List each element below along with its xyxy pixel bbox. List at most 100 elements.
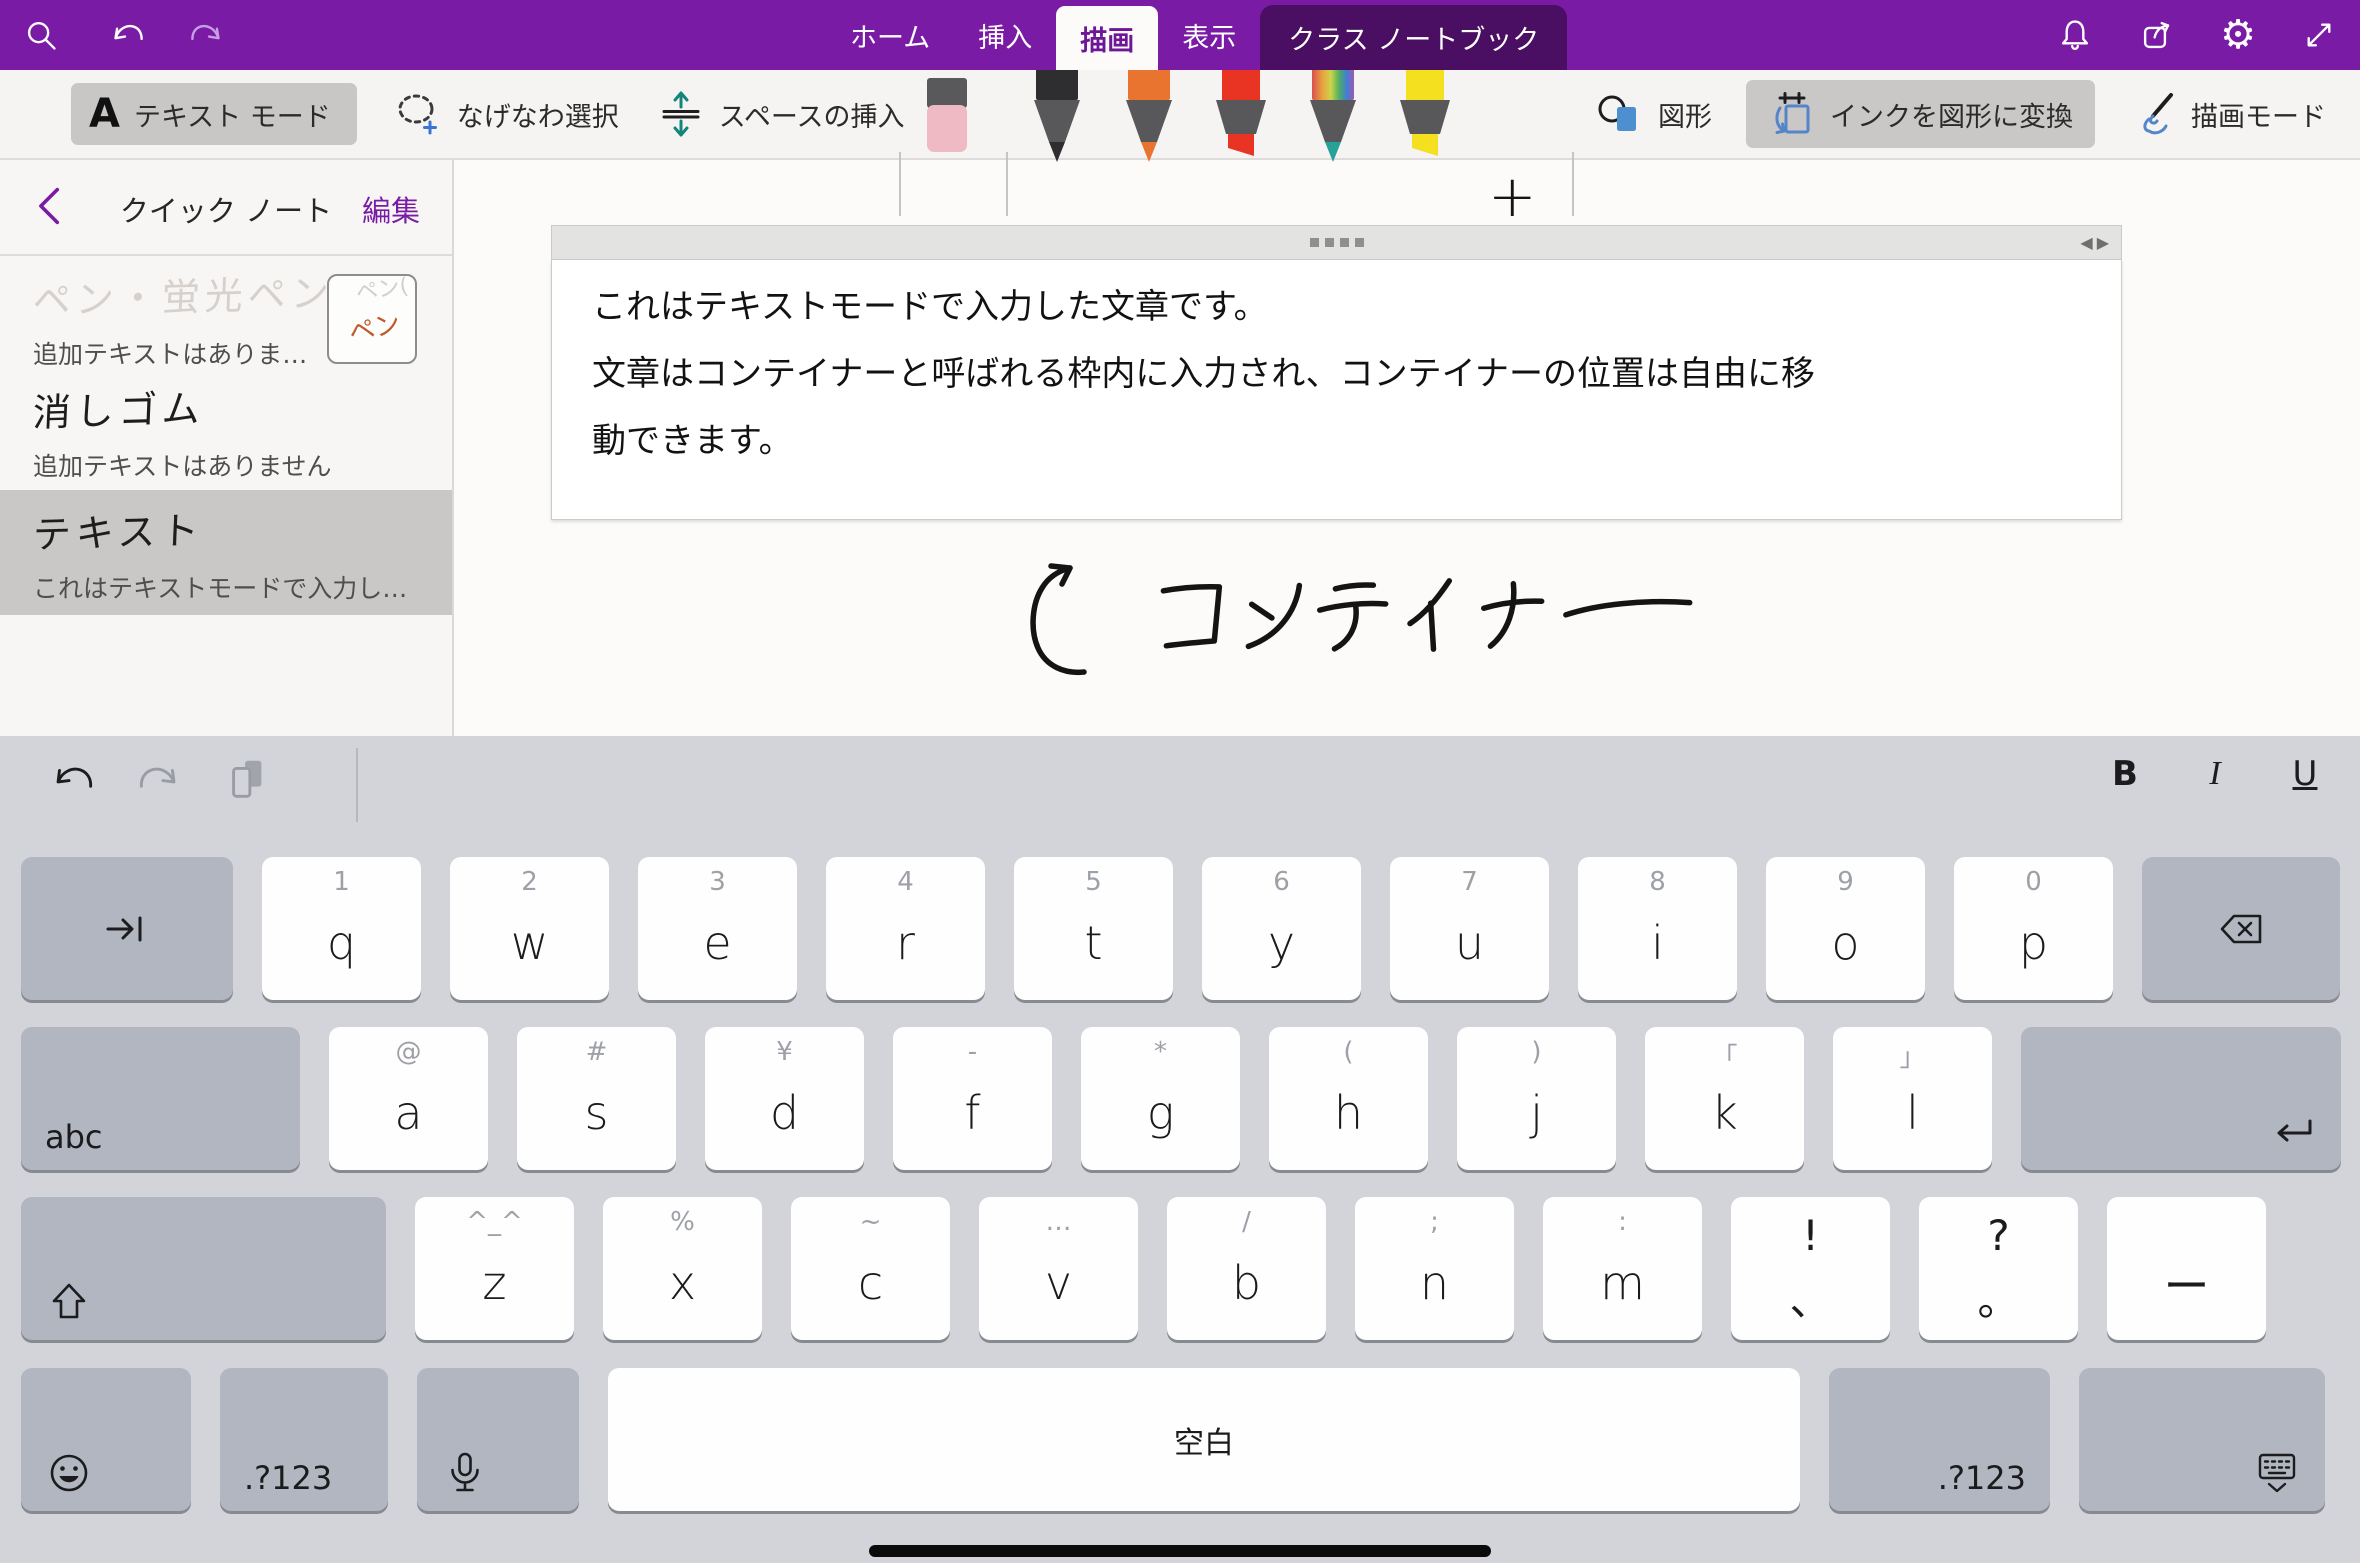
text-line: 動できます。 [592, 408, 2081, 475]
key-p[interactable]: 0p [1954, 857, 2113, 1000]
keyboard-redo-icon[interactable] [138, 758, 184, 804]
undo-icon[interactable] [106, 16, 144, 54]
key-i[interactable]: 8i [1578, 857, 1737, 1000]
page-list-item-3[interactable]: テキストこれはテキストモードで入力し… [0, 490, 452, 615]
tab-4[interactable]: 表示 [1158, 0, 1260, 70]
numbers-key-left[interactable]: .?123 [220, 1368, 388, 1511]
key-g[interactable]: *g [1081, 1027, 1240, 1170]
shapes-label: 図形 [1658, 95, 1712, 134]
italic-button[interactable]: I [2198, 755, 2232, 793]
key-t[interactable]: 5t [1014, 857, 1173, 1000]
settings-gear-icon[interactable]: ⚙ [2220, 16, 2256, 54]
key-n[interactable]: ;n [1355, 1197, 1514, 1340]
container-text[interactable]: これはテキストモードで入力した文章です。 文章はコンテイナーと呼ばれる枠内に入力… [551, 260, 2122, 520]
key-q[interactable]: 1q [262, 857, 421, 1000]
backspace-key[interactable] [2142, 857, 2340, 1000]
key-h[interactable]: (h [1269, 1027, 1428, 1170]
draw-mode-button[interactable]: 描画モード [2129, 90, 2326, 138]
return-key[interactable] [2021, 1027, 2341, 1170]
numbers-key-right[interactable]: .?123 [1829, 1368, 2050, 1511]
tab-5[interactable]: クラス ノートブック [1260, 5, 1567, 70]
key-y[interactable]: 6y [1202, 857, 1361, 1000]
key-u[interactable]: 7u [1390, 857, 1549, 1000]
tab-3[interactable]: 描画 [1056, 6, 1158, 70]
format-buttons: B I U [2108, 754, 2322, 794]
share-icon[interactable] [2138, 16, 2176, 54]
ink-to-shape-button[interactable]: インクを図形に変換 [1746, 80, 2095, 148]
key-l[interactable]: 」l [1833, 1027, 1992, 1170]
key-d[interactable]: ¥d [705, 1027, 864, 1170]
page-list-item-1[interactable]: ペン・蛍光ペン追加テキストはありま…ペン(ペン [0, 256, 452, 368]
sidebar-header: クイック ノート 編集 [0, 160, 452, 254]
key-r[interactable]: 4r [826, 857, 985, 1000]
accessory-divider [356, 748, 358, 822]
tab-key[interactable] [21, 857, 233, 1000]
shapes-button[interactable]: 図形 [1596, 90, 1712, 138]
key-f[interactable]: -f [893, 1027, 1052, 1170]
key-j[interactable]: )j [1457, 1027, 1616, 1170]
key-w[interactable]: 2w [450, 857, 609, 1000]
redo-icon[interactable] [190, 16, 228, 54]
pen-black[interactable] [1028, 60, 1086, 164]
key-c[interactable]: ~c [791, 1197, 950, 1340]
shift-key[interactable] [21, 1197, 386, 1340]
page-thumbnail: ペン(ペン [327, 274, 417, 364]
lasso-label: なげなわ選択 [457, 95, 619, 134]
dash-key[interactable]: ー [2107, 1197, 2266, 1340]
key-o[interactable]: 9o [1766, 857, 1925, 1000]
key-m[interactable]: :m [1543, 1197, 1702, 1340]
highlighter-yellow[interactable] [1396, 60, 1454, 164]
edit-button[interactable]: 編集 [362, 188, 420, 230]
page-list-item-2[interactable]: 消しゴム追加テキストはありません [0, 368, 452, 490]
bold-button[interactable]: B [2108, 754, 2142, 794]
topbar-right-icons: ⚙ [2056, 0, 2338, 70]
abc-key[interactable]: abc [21, 1027, 300, 1170]
key-e[interactable]: 3e [638, 857, 797, 1000]
note-canvas[interactable]: ◀▶ これはテキストモードで入力した文章です。 文章はコンテイナーと呼ばれる枠内… [454, 160, 2360, 736]
keyboard-row-1: 1q2w3e4r5t6y7u8i9o0p [21, 857, 2340, 1000]
key-k[interactable]: 「k [1645, 1027, 1804, 1170]
draw-mode-icon [2129, 90, 2177, 138]
emoji-key[interactable] [21, 1368, 191, 1511]
key-b[interactable]: /b [1167, 1197, 1326, 1340]
return-icon [2269, 1108, 2317, 1156]
svg-text:ペン(: ペン( [354, 276, 410, 306]
key-v[interactable]: …v [979, 1197, 1138, 1340]
highlighter-red[interactable] [1212, 60, 1270, 164]
container-drag-handle[interactable]: ◀▶ [551, 225, 2122, 260]
text-container[interactable]: ◀▶ これはテキストモードで入力した文章です。 文章はコンテイナーと呼ばれる枠内… [551, 225, 2122, 521]
pen-orange[interactable] [1120, 60, 1178, 164]
tab-2[interactable]: 挿入 [954, 0, 1056, 70]
underline-button[interactable]: U [2288, 754, 2322, 794]
key-a[interactable]: @a [329, 1027, 488, 1170]
question-period-key[interactable]: ?。 [1919, 1197, 2078, 1340]
mic-key[interactable] [417, 1368, 579, 1511]
insert-space-button[interactable]: スペースの挿入 [657, 90, 905, 138]
keyboard-paste-icon[interactable] [224, 756, 270, 802]
dismiss-keyboard-key[interactable] [2079, 1368, 2325, 1511]
toolbar-left-group: A テキスト モード なげなわ選択 スペースの挿入 [71, 70, 905, 158]
toolbar-divider [1006, 152, 1008, 216]
key-z[interactable]: ^_^z [415, 1197, 574, 1340]
notifications-bell-icon[interactable] [2056, 16, 2094, 54]
add-pen-button[interactable]: + [1488, 166, 1537, 226]
exclamation-comma-key[interactable]: !、 [1731, 1197, 1890, 1340]
search-icon[interactable] [22, 16, 60, 54]
fullscreen-expand-icon[interactable] [2300, 16, 2338, 54]
space-key[interactable]: 空白 [608, 1368, 1800, 1511]
draw-mode-label: 描画モード [2191, 95, 2326, 134]
ribbon-tabs: ホーム挿入描画表示クラス ノートブック [826, 0, 1567, 70]
backspace-icon [2217, 905, 2265, 953]
key-s[interactable]: #s [517, 1027, 676, 1170]
keyboard-undo-icon[interactable] [48, 758, 94, 804]
ink-to-shape-label: インクを図形に変換 [1830, 95, 2073, 134]
lasso-select-button[interactable]: なげなわ選択 [395, 90, 619, 138]
page-list-sidebar: クイック ノート 編集 ペン・蛍光ペン追加テキストはありま…ペン(ペン消しゴム追… [0, 160, 454, 736]
text-mode-button[interactable]: A テキスト モード [71, 83, 357, 145]
key-x[interactable]: %x [603, 1197, 762, 1340]
pen-rainbow[interactable] [1304, 60, 1362, 164]
home-indicator[interactable] [869, 1545, 1491, 1557]
tab-1[interactable]: ホーム [826, 0, 954, 70]
eraser-tool[interactable] [924, 78, 970, 152]
resize-arrows-icon[interactable]: ◀▶ [2080, 233, 2113, 252]
